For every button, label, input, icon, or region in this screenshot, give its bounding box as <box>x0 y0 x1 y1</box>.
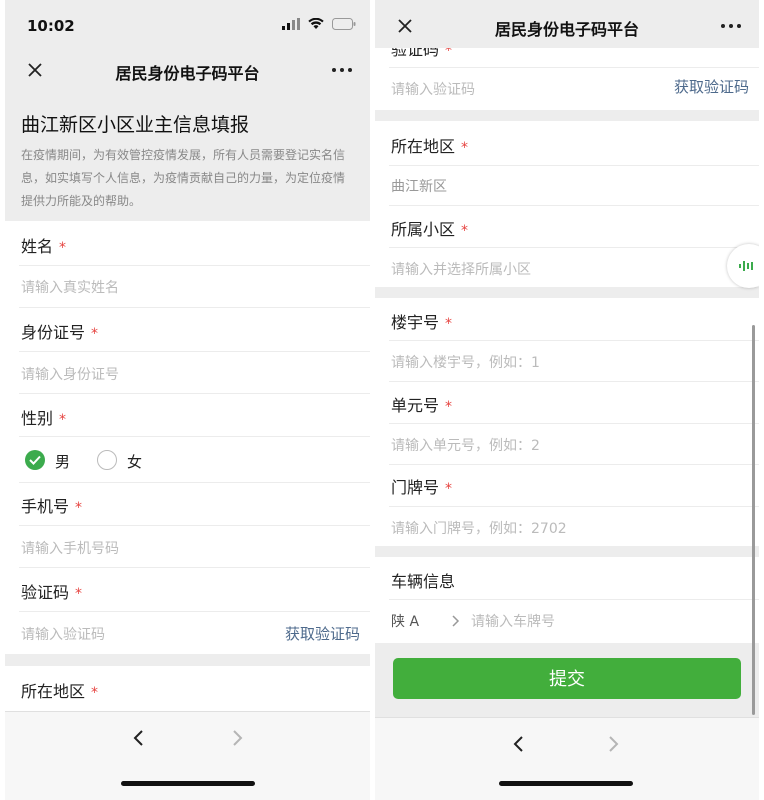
divider <box>389 340 759 341</box>
close-icon[interactable] <box>393 14 417 38</box>
get-code-button[interactable]: 获取验证码 <box>285 623 360 644</box>
page-title: 居民身份电子码平台 <box>494 20 639 39</box>
divider <box>389 599 759 600</box>
chevron-right-icon <box>452 615 460 627</box>
building-label: 楼宇号 * <box>391 313 453 332</box>
verify-code-label: 验证码 * <box>391 48 453 59</box>
navbar: 居民身份电子码平台 <box>375 4 759 48</box>
more-icon[interactable] <box>330 60 354 80</box>
divider <box>389 165 759 166</box>
divider <box>19 436 370 437</box>
form-title: 曲江新区小区业主信息填报 <box>21 114 250 136</box>
home-indicator <box>499 781 633 786</box>
vehicle-label: 车辆信息 <box>391 572 456 591</box>
close-icon[interactable] <box>23 58 47 82</box>
chevron-right-icon[interactable] <box>227 728 247 748</box>
more-icon[interactable] <box>719 16 743 36</box>
name-input[interactable]: 请输入真实姓名 <box>21 277 119 297</box>
door-label: 门牌号 * <box>391 478 453 497</box>
plate-input[interactable]: 请输入车牌号 <box>471 611 555 631</box>
id-card-label: 身份证号 * <box>21 323 99 342</box>
signal-icon <box>282 18 300 30</box>
gender-male-label[interactable]: 男 <box>55 451 70 472</box>
form-card-vehicle: 车辆信息 陕 A 请输入车牌号 <box>375 557 759 643</box>
unit-input[interactable]: 请输入单元号，例如：2 <box>391 435 540 455</box>
form-card-verify: 验证码 * 请输入验证码 获取验证码 <box>375 48 759 110</box>
form-card-address: 所在地区 * <box>5 666 370 716</box>
phone-screen-left: 10:02 居民身份电子码平台 曲江新区小区业主信息填报 在疫情期间，为有效管控… <box>5 0 370 800</box>
plate-prefix-select[interactable]: 陕 A <box>391 611 419 631</box>
intro-section: 曲江新区小区业主信息填报 在疫情期间，为有效管控疫情发展，所有人员需要登记实名信… <box>5 96 370 220</box>
phone-label: 手机号 * <box>21 497 83 516</box>
get-code-button[interactable]: 获取验证码 <box>674 76 749 97</box>
scrollbar[interactable] <box>752 325 755 715</box>
gender-male-radio[interactable] <box>25 450 45 470</box>
status-time: 10:02 <box>27 17 75 35</box>
verify-code-input[interactable]: 请输入验证码 <box>391 79 475 99</box>
browser-bottom-bar <box>5 711 370 800</box>
status-bar: 10:02 <box>5 0 370 50</box>
building-input[interactable]: 请输入楼宇号，例如：1 <box>391 352 540 372</box>
community-input[interactable]: 请输入并选择所属小区 <box>391 259 531 279</box>
form-description: 在疫情期间，为有效管控疫情发展，所有人员需要登记实名信息，如实填写个人信息，为疫… <box>21 148 346 208</box>
id-card-input[interactable]: 请输入身份证号 <box>21 364 119 384</box>
region-label: 所在地区 * <box>21 682 99 701</box>
verify-code-input[interactable]: 请输入验证码 <box>21 624 105 644</box>
unit-label: 单元号 * <box>391 396 453 415</box>
divider <box>389 247 759 248</box>
form-card-address: 所在地区 * 曲江新区 所属小区 * 请输入并选择所属小区 <box>375 121 759 287</box>
chevron-left-icon[interactable] <box>129 728 149 748</box>
verify-code-label: 验证码 * <box>21 583 83 602</box>
divider <box>19 307 370 308</box>
divider <box>19 482 370 483</box>
phone-input[interactable]: 请输入手机号码 <box>21 538 119 558</box>
voice-icon <box>739 261 753 271</box>
divider <box>19 567 370 568</box>
gender-female-radio[interactable] <box>97 450 117 470</box>
divider <box>19 611 370 612</box>
gender-label: 性别 * <box>21 409 67 428</box>
page-title: 居民身份电子码平台 <box>115 64 260 83</box>
divider <box>19 351 370 352</box>
divider <box>389 381 759 382</box>
divider <box>389 506 759 507</box>
divider <box>19 525 370 526</box>
name-label: 姓名 * <box>21 237 67 256</box>
navbar: 居民身份电子码平台 <box>5 48 370 92</box>
submit-button[interactable]: 提交 <box>393 658 741 699</box>
phone-screen-right: 居民身份电子码平台 验证码 * 请输入验证码 获取验证码 所在地区 * 曲江新区 所… <box>375 0 759 800</box>
check-icon <box>29 455 41 465</box>
wifi-icon <box>308 18 324 29</box>
community-label: 所属小区 * <box>391 220 469 239</box>
region-value[interactable]: 曲江新区 <box>391 176 447 196</box>
door-input[interactable]: 请输入门牌号，例如：2702 <box>391 518 567 538</box>
region-label: 所在地区 * <box>391 137 469 156</box>
form-card-house: 楼宇号 * 请输入楼宇号，例如：1 单元号 * 请输入单元号，例如：2 门牌号 * 请… <box>375 298 759 546</box>
divider <box>389 464 759 465</box>
divider <box>389 67 759 68</box>
divider <box>389 205 759 206</box>
browser-bottom-bar <box>375 717 759 800</box>
chevron-left-icon[interactable] <box>509 734 529 754</box>
status-icons <box>282 18 356 30</box>
divider <box>19 265 370 266</box>
chevron-right-icon[interactable] <box>603 734 623 754</box>
home-indicator <box>121 781 255 786</box>
form-card-personal: 姓名 * 请输入真实姓名 身份证号 * 请输入身份证号 性别 * 男 女 手机号 * 请… <box>5 221 370 654</box>
divider <box>19 393 370 394</box>
divider <box>389 423 759 424</box>
battery-icon <box>332 18 356 30</box>
gender-female-label[interactable]: 女 <box>127 451 142 472</box>
